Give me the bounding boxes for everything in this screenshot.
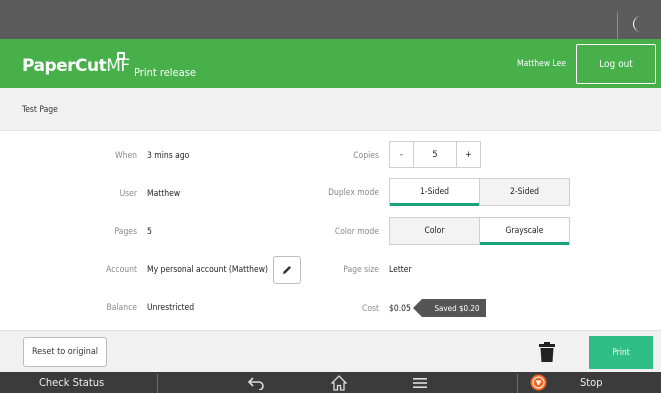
divider: [157, 374, 158, 393]
stop-button[interactable]: Stop: [580, 376, 603, 389]
balance-label: Balance: [106, 303, 137, 313]
moon-icon[interactable]: [631, 15, 645, 33]
duplex-option-1-sided[interactable]: 1-Sided: [390, 179, 479, 206]
logout-button[interactable]: Log out: [576, 44, 656, 84]
copies-value[interactable]: 5: [413, 142, 457, 167]
duplex-option-2-sided[interactable]: 2-Sided: [479, 179, 569, 205]
action-bar: Reset to original Print: [0, 330, 661, 372]
duplex-label: Duplex mode: [328, 188, 379, 198]
app-header: PaperCutMF Print release Matthew Lee Log…: [0, 39, 661, 88]
print-button[interactable]: Print: [589, 336, 653, 369]
account-value: My personal account (Matthew): [147, 265, 268, 275]
device-top-bar: [0, 0, 661, 39]
when-label: When: [115, 151, 137, 161]
color-toggle: Color Grayscale: [389, 217, 570, 245]
copies-label: Copies: [353, 151, 379, 161]
color-option-color[interactable]: Color: [390, 218, 479, 244]
papercut-logo: PaperCutMF: [22, 56, 130, 76]
divider: [517, 374, 518, 393]
page-size-label: Page size: [343, 265, 379, 275]
page-size-value: Letter: [389, 265, 412, 275]
color-option-grayscale[interactable]: Grayscale: [479, 218, 569, 245]
device-system-bar: Check Status Stop: [0, 372, 661, 393]
user-value: Matthew: [147, 189, 181, 199]
logo-mark-icon: [117, 52, 125, 60]
cost-label: Cost: [362, 304, 379, 314]
stop-icon[interactable]: [530, 374, 547, 391]
reset-button[interactable]: Reset to original: [23, 337, 107, 367]
user-name: Matthew Lee: [517, 59, 567, 69]
trash-icon[interactable]: [539, 342, 555, 362]
document-bar: Test Page: [0, 88, 661, 131]
pages-label: Pages: [114, 227, 137, 237]
menu-icon[interactable]: [413, 377, 427, 389]
copies-stepper: - 5 +: [389, 141, 481, 168]
edit-account-button[interactable]: [273, 256, 301, 284]
when-value: 3 mins ago: [147, 151, 190, 161]
copies-increment-button[interactable]: +: [457, 142, 480, 167]
pages-value: 5: [147, 227, 152, 237]
document-title: Test Page: [22, 105, 58, 115]
pencil-icon: [283, 266, 291, 274]
balance-value: Unrestricted: [147, 303, 195, 313]
cost-value: $0.05: [389, 304, 411, 314]
page-title: Print release: [134, 66, 196, 79]
duplex-toggle: 1-Sided 2-Sided: [389, 178, 570, 206]
divider: [617, 12, 618, 39]
copies-decrement-button[interactable]: -: [390, 142, 413, 167]
back-icon[interactable]: [247, 376, 265, 390]
account-label: Account: [106, 265, 137, 275]
savings-badge: Saved $0.20: [413, 299, 486, 317]
home-icon[interactable]: [331, 375, 347, 391]
check-status-button[interactable]: Check Status: [39, 376, 104, 389]
color-label: Color mode: [334, 227, 379, 237]
user-label: User: [119, 189, 137, 199]
